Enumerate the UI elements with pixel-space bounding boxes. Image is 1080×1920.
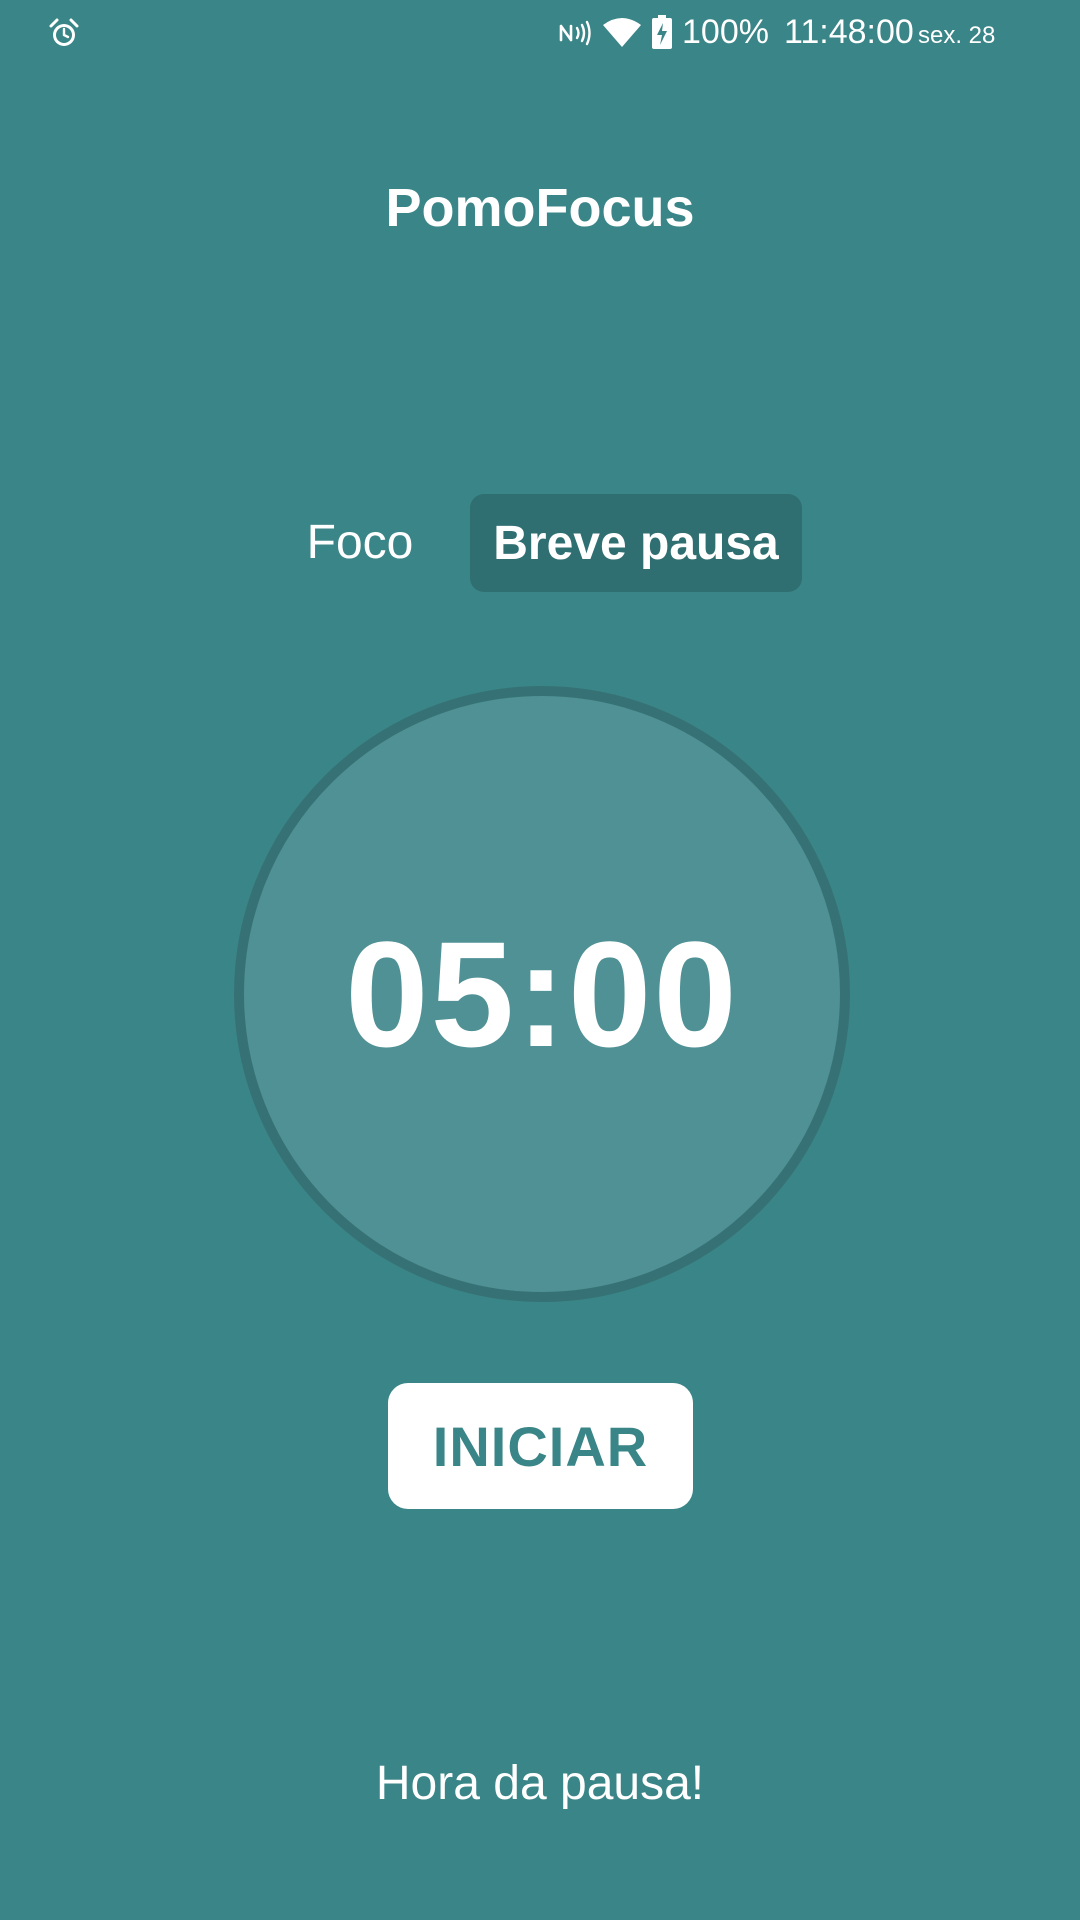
timer-circle: 05:00 — [234, 686, 850, 1302]
start-button[interactable]: INICIAR — [388, 1383, 693, 1509]
timer-display: 05:00 — [345, 909, 739, 1078]
wifi-icon — [603, 18, 641, 47]
status-time: 11:48:00 — [784, 13, 914, 51]
page-title: PomoFocus — [385, 178, 695, 238]
tab-short-break[interactable]: Breve pausa — [470, 494, 802, 592]
status-message: Hora da pausa! — [375, 1757, 705, 1810]
tab-focus[interactable]: Foco — [286, 496, 434, 588]
status-bar: 100% 11:48:00 sex. 28 — [0, 0, 1080, 66]
battery-percentage: 100% — [682, 13, 769, 51]
battery-charging-icon — [652, 15, 672, 49]
nfc-icon — [559, 20, 591, 46]
app-screen: 100% 11:48:00 sex. 28 PomoFocus Foco Bre… — [0, 0, 1080, 1920]
status-date: sex. 28 — [918, 22, 996, 49]
alarm-icon — [49, 18, 79, 46]
